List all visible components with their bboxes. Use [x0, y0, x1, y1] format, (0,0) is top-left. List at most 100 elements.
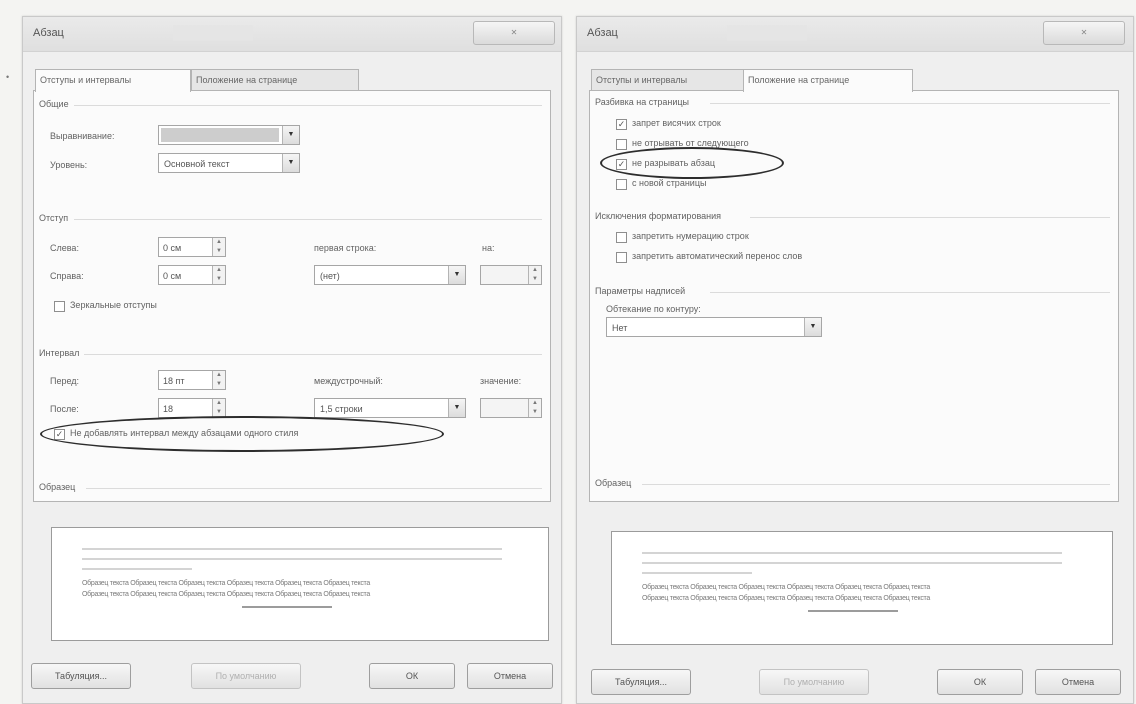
preview-section-title: Образец: [595, 478, 632, 488]
dont-hyphenate-checkbox[interactable]: [616, 252, 627, 263]
indents-spacing-panel: Общие Выравнивание: ▼ Уровень: Основной …: [33, 90, 551, 502]
indent-left-label: Слева:: [50, 243, 79, 253]
spacing-before-label: Перед:: [50, 376, 80, 386]
title-bar-blur: [173, 25, 253, 41]
highlight-oval: [40, 416, 444, 452]
preview-prev-line-3: [642, 572, 752, 574]
tab-indents-spacing[interactable]: Отступы и интервалы: [35, 69, 191, 92]
first-line-select[interactable]: (нет) ▼: [314, 265, 466, 285]
indent-right-label: Справа:: [50, 271, 84, 281]
level-select[interactable]: Основной текст ▼: [158, 153, 300, 173]
paragraph-dialog-page-position: Абзац ✕ Отступы и интервалы Положение на…: [576, 16, 1134, 704]
preview-sample-line-3: [808, 610, 898, 612]
alignment-selection-highlight: [161, 128, 279, 142]
alignment-select[interactable]: ▼: [158, 125, 300, 145]
suppress-line-numbers-checkbox[interactable]: [616, 232, 627, 243]
dont-hyphenate-label: запретить автоматический перенос слов: [632, 251, 803, 261]
preview-section-title: Образец: [39, 482, 76, 492]
ok-button[interactable]: ОК: [369, 663, 455, 689]
preview-sample-text-1: Образец текста Образец текста Образец те…: [82, 580, 370, 587]
preview-separator: [642, 484, 1110, 485]
keep-with-next-checkbox[interactable]: [616, 139, 627, 150]
indent-section-title: Отступ: [39, 213, 69, 223]
tabs-button[interactable]: Табуляция...: [591, 669, 691, 695]
textbox-separator: [710, 292, 1110, 293]
indent-right-value: 0 см: [163, 271, 182, 281]
paragraph-dialog-indents: Абзац ✕ Отступы и интервалы Положение на…: [22, 16, 562, 704]
chevron-down-icon[interactable]: ▼: [448, 399, 465, 417]
spacing-value-spinner[interactable]: ▲ ▼: [480, 398, 542, 418]
line-spacing-value: 1,5 строки: [320, 404, 363, 414]
indent-left-value: 0 см: [163, 243, 182, 253]
set-default-button[interactable]: По умолчанию: [759, 669, 869, 695]
indent-left-spinner[interactable]: 0 см ▲ ▼: [158, 237, 226, 257]
spacing-before-spinner[interactable]: 18 пт ▲ ▼: [158, 370, 226, 390]
indent-separator: [74, 219, 542, 220]
tight-wrap-select[interactable]: Нет ▼: [606, 317, 822, 337]
tabs-button[interactable]: Табуляция...: [31, 663, 131, 689]
spinner-arrows-icon[interactable]: ▲ ▼: [528, 266, 541, 284]
alignment-label: Выравнивание:: [50, 131, 115, 141]
chevron-down-icon[interactable]: ▼: [804, 318, 821, 336]
indent-right-spinner[interactable]: 0 см ▲ ▼: [158, 265, 226, 285]
textbox-section-title: Параметры надписей: [595, 286, 686, 296]
close-button[interactable]: ✕: [1043, 21, 1125, 45]
exceptions-section-title: Исключения форматирования: [595, 211, 722, 221]
widow-control-label: запрет висячих строк: [632, 118, 721, 128]
dialog-title: Абзац: [587, 27, 618, 39]
chevron-down-icon[interactable]: ▼: [282, 154, 299, 172]
spinner-arrows-icon[interactable]: ▲ ▼: [212, 371, 225, 389]
mirror-indents-checkbox[interactable]: [54, 301, 65, 312]
set-default-button[interactable]: По умолчанию: [191, 663, 301, 689]
pagination-section-title: Разбивка на страницы: [595, 97, 689, 107]
first-line-label: первая строка:: [314, 243, 377, 253]
cancel-button[interactable]: Отмена: [1035, 669, 1121, 695]
paragraph-preview: Образец текста Образец текста Образец те…: [51, 527, 549, 641]
tight-wrap-label: Обтекание по контуру:: [606, 304, 701, 314]
indent-by-spinner[interactable]: ▲ ▼: [480, 265, 542, 285]
preview-prev-line-1: [642, 552, 1062, 554]
spinner-arrows-icon[interactable]: ▲ ▼: [212, 238, 225, 256]
tab-indents-spacing[interactable]: Отступы и интервалы: [591, 69, 747, 91]
spacing-after-value: 18: [163, 404, 174, 414]
indent-by-label: на:: [482, 243, 495, 253]
preview-prev-line-3: [82, 568, 192, 570]
spacing-separator: [84, 354, 542, 355]
general-section-title: Общие: [39, 99, 69, 109]
tab-line-page-breaks[interactable]: Положение на странице: [743, 69, 913, 92]
page-break-before-label: с новой страницы: [632, 178, 707, 188]
preview-sample-text-2: Образец текста Образец текста Образец те…: [642, 595, 930, 602]
preview-separator: [86, 488, 542, 489]
title-bar: Абзац ✕: [577, 17, 1133, 52]
close-icon[interactable]: ✕: [511, 28, 518, 37]
tab-line-page-breaks[interactable]: Положение на странице: [191, 69, 359, 91]
spacing-after-spinner[interactable]: 18 ▲ ▼: [158, 398, 226, 418]
close-button[interactable]: ✕: [473, 21, 555, 45]
preview-sample-text-1: Образец текста Образец текста Образец те…: [642, 584, 930, 591]
tight-wrap-value: Нет: [612, 323, 628, 333]
chevron-down-icon[interactable]: ▼: [448, 266, 465, 284]
close-icon[interactable]: ✕: [1081, 28, 1088, 37]
spinner-arrows-icon[interactable]: ▲ ▼: [212, 399, 225, 417]
dialog-title: Абзац: [33, 27, 64, 39]
preview-prev-line-2: [82, 558, 502, 560]
widow-control-checkbox[interactable]: [616, 119, 627, 130]
line-spacing-label: междустрочный:: [314, 376, 383, 386]
page-break-before-checkbox[interactable]: [616, 179, 627, 190]
spinner-arrows-icon[interactable]: ▲ ▼: [212, 266, 225, 284]
paragraph-preview: Образец текста Образец текста Образец те…: [611, 531, 1113, 645]
spinner-arrows-icon[interactable]: ▲ ▼: [528, 399, 541, 417]
mirror-indents-label: Зеркальные отступы: [70, 300, 157, 310]
line-spacing-select[interactable]: 1,5 строки ▼: [314, 398, 466, 418]
first-line-value: (нет): [320, 271, 340, 281]
scan-mark: •: [6, 72, 10, 82]
ok-button[interactable]: ОК: [937, 669, 1023, 695]
spacing-after-label: После:: [50, 404, 79, 414]
general-separator: [74, 105, 542, 106]
cancel-button[interactable]: Отмена: [467, 663, 553, 689]
exceptions-separator: [750, 217, 1110, 218]
page-position-panel: Разбивка на страницы запрет висячих стро…: [589, 90, 1119, 502]
chevron-down-icon[interactable]: ▼: [282, 126, 299, 144]
spacing-section-title: Интервал: [39, 348, 80, 358]
level-value: Основной текст: [164, 159, 230, 169]
